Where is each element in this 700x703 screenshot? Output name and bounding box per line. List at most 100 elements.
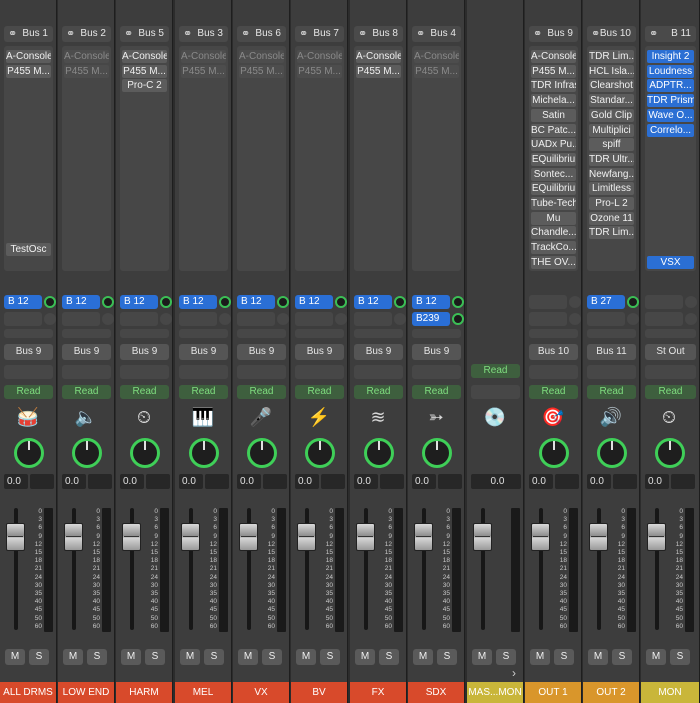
group-slot[interactable] [295, 365, 344, 379]
volume-readout[interactable]: 0.0 [237, 474, 261, 489]
plugin-insert[interactable]: Standar... [589, 94, 634, 108]
plugin-insert[interactable]: TDR Lim... [589, 50, 634, 63]
amp-icon[interactable]: 🔈 [74, 406, 98, 428]
fader-handle[interactable] [64, 523, 83, 551]
solo-button[interactable]: S [262, 649, 282, 665]
send-slot[interactable] [354, 312, 392, 326]
plugin-insert[interactable]: VSX [647, 256, 694, 269]
volume-readout[interactable]: 0.0 [529, 474, 553, 489]
fader-handle[interactable] [473, 523, 492, 551]
send-slot[interactable] [237, 312, 275, 326]
speaker-icon[interactable]: 🔊 [599, 406, 623, 428]
solo-button[interactable]: S [145, 649, 165, 665]
track-name[interactable]: MAS...MON [467, 682, 523, 703]
output-routing[interactable]: Bus 9 [237, 344, 286, 360]
send-slot[interactable]: B 27 [587, 295, 625, 309]
plugin-insert[interactable]: P455 M... [181, 64, 226, 78]
send-slot[interactable]: B 12 [4, 295, 42, 309]
send-slot[interactable] [4, 329, 53, 338]
mute-button[interactable]: M [413, 649, 433, 665]
vinyl-icon[interactable]: 💿 [483, 406, 507, 428]
group-slot[interactable] [120, 365, 169, 379]
track-name[interactable]: MEL [175, 682, 231, 703]
output-routing[interactable]: Bus 11 [587, 344, 636, 360]
track-name[interactable]: FX [350, 682, 406, 703]
plugin-insert[interactable]: Sontec... [531, 167, 576, 181]
mute-button[interactable]: M [588, 649, 608, 665]
pan-knob[interactable] [655, 438, 685, 468]
plugin-insert[interactable]: Mu [531, 211, 576, 225]
fader-handle[interactable] [122, 523, 141, 551]
plugin-insert[interactable]: P455 M... [239, 64, 284, 78]
volume-readout[interactable]: 0.0 [295, 474, 319, 489]
automation-mode[interactable]: Read [295, 385, 344, 399]
automation-slot[interactable] [471, 385, 520, 399]
send-slot[interactable] [62, 312, 100, 326]
plugin-insert[interactable]: P455 M... [356, 64, 401, 78]
pan-knob[interactable] [130, 438, 160, 468]
automation-mode[interactable]: Read [237, 385, 286, 399]
automation-mode[interactable]: Read [471, 364, 520, 378]
waves-icon[interactable]: ≋ [366, 406, 390, 428]
plugin-insert[interactable]: A-Console [239, 50, 284, 63]
output-routing[interactable]: Bus 9 [120, 344, 169, 360]
send-level-knob[interactable] [452, 313, 464, 325]
send-slot[interactable] [645, 312, 683, 326]
plugin-insert[interactable]: UADx Pu... [531, 138, 576, 152]
send-level-knob[interactable] [219, 296, 231, 308]
track-name[interactable]: VX [233, 682, 289, 703]
group-slot[interactable] [179, 365, 228, 379]
plugin-insert[interactable]: P455 M... [122, 64, 167, 78]
automation-mode[interactable]: Read [354, 385, 403, 399]
send-slot[interactable] [529, 312, 567, 326]
volume-readout[interactable]: 0.0 [179, 474, 203, 489]
volume-readout[interactable]: 0.0 [4, 474, 28, 489]
fader-handle[interactable] [589, 523, 608, 551]
track-name[interactable]: LOW END [58, 682, 114, 703]
plugin-insert[interactable]: HCL Isla... [589, 64, 634, 78]
plugin-insert[interactable]: Clearshot [589, 79, 634, 93]
pan-knob[interactable] [364, 438, 394, 468]
group-slot[interactable] [62, 365, 111, 379]
automation-mode[interactable]: Read [587, 385, 636, 399]
plugin-insert[interactable]: Newfang... [589, 167, 634, 181]
plugin-insert[interactable]: A-Console [414, 50, 459, 63]
track-name[interactable]: SDX [408, 682, 464, 703]
meter-icon[interactable]: ⏲ [657, 406, 681, 428]
pan-knob[interactable] [422, 438, 452, 468]
automation-mode[interactable]: Read [4, 385, 53, 399]
volume-readout[interactable]: 0.0 [62, 474, 86, 489]
volume-readout[interactable]: 0.0 [587, 474, 611, 489]
plugin-insert[interactable]: EQuilibriu [531, 152, 576, 166]
solo-button[interactable]: S [554, 649, 574, 665]
plugin-insert[interactable]: P455 M... [64, 64, 109, 78]
plugin-insert[interactable]: TDR Lim... [589, 226, 634, 240]
automation-mode[interactable]: Read [529, 385, 578, 399]
plugin-insert[interactable]: Pro-C 2 [122, 79, 167, 93]
plugin-insert[interactable]: A-Console [6, 50, 51, 63]
send-slot[interactable] [237, 329, 286, 338]
send-slot[interactable]: B 12 [354, 295, 392, 309]
send-slot[interactable] [120, 312, 158, 326]
output-selector[interactable]: ⚭ Bus 10 [587, 26, 636, 42]
volume-readout[interactable]: 0.0 [471, 474, 521, 489]
send-level-knob[interactable] [627, 296, 639, 308]
mute-button[interactable]: M [296, 649, 316, 665]
track-name[interactable]: OUT 1 [525, 682, 581, 703]
mute-button[interactable]: M [530, 649, 550, 665]
send-slot[interactable]: B 12 [412, 295, 450, 309]
plugin-insert[interactable]: TDR Infras [531, 79, 576, 93]
plugin-insert[interactable]: P455 M... [297, 64, 342, 78]
track-name[interactable]: BV [291, 682, 347, 703]
fader-handle[interactable] [6, 523, 25, 551]
fader-handle[interactable] [239, 523, 258, 551]
automation-mode[interactable]: Read [62, 385, 111, 399]
target-icon[interactable]: 🎯 [541, 406, 565, 428]
send-slot[interactable] [587, 329, 636, 338]
output-selector[interactable]: ⚭ Bus 5 [120, 26, 169, 42]
output-routing[interactable]: Bus 10 [529, 344, 578, 360]
solo-button[interactable]: S [29, 649, 49, 665]
send-level-knob[interactable] [160, 296, 172, 308]
mute-button[interactable]: M [5, 649, 25, 665]
send-slot[interactable]: B 12 [237, 295, 275, 309]
